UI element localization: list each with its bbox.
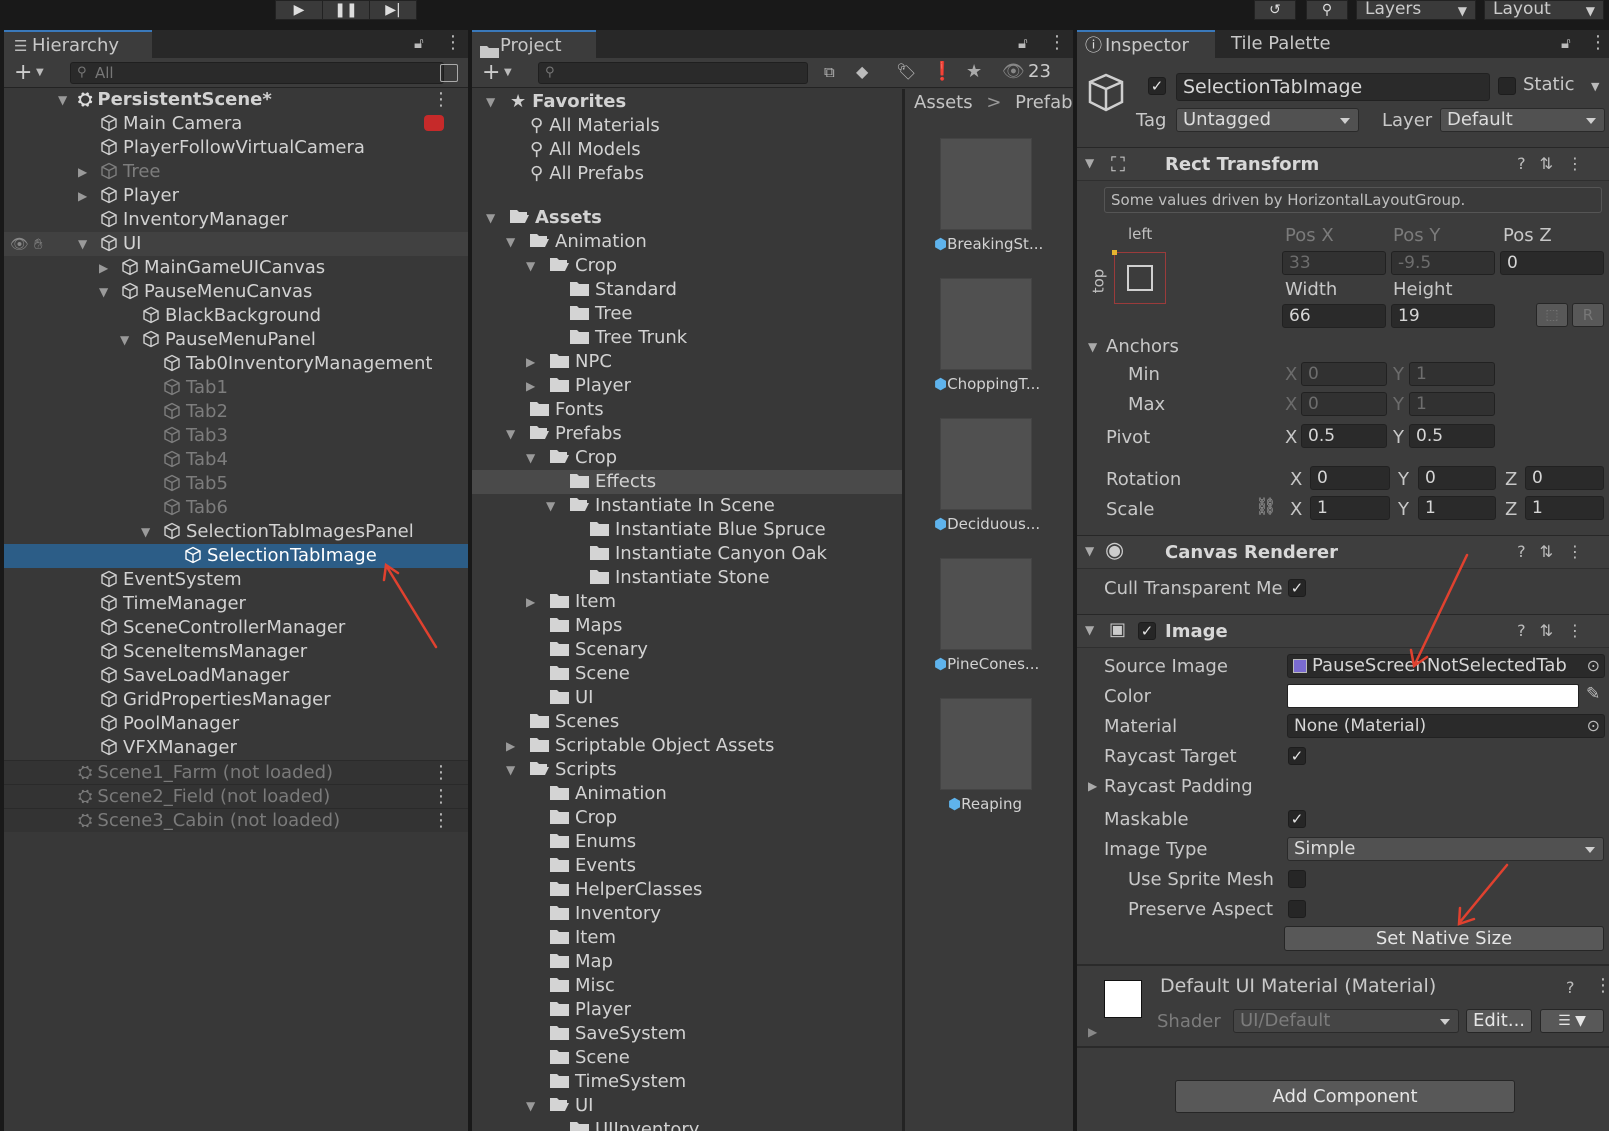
annotation-arrows [382, 553, 1509, 926]
annotation-arrow [1458, 863, 1509, 924]
annotation-arrow [1413, 553, 1469, 666]
annotation-arrow [385, 565, 438, 649]
